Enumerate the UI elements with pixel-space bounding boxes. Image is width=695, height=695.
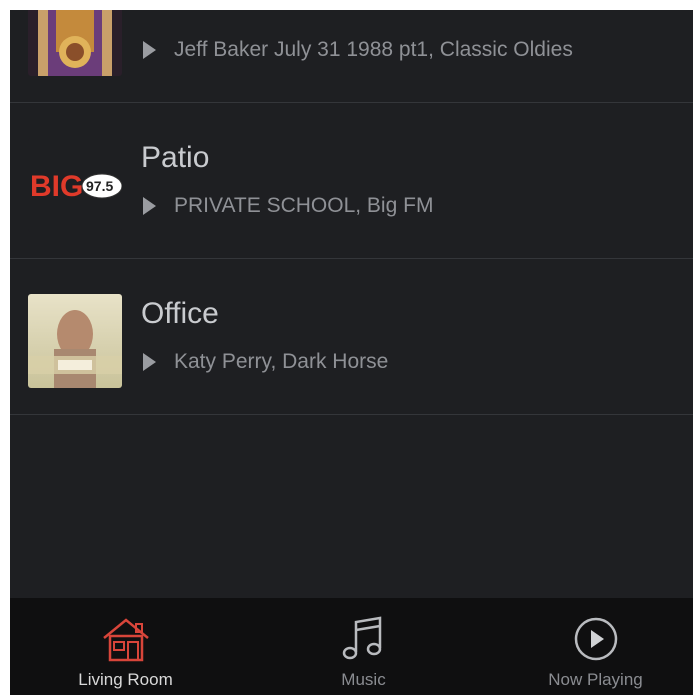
- now-playing-line: Katy Perry, Dark Horse: [143, 349, 388, 375]
- play-circle-icon: [574, 617, 617, 661]
- tab-living-room[interactable]: Living Room: [12, 598, 239, 695]
- jukebox-art: [28, 10, 122, 76]
- house-icon: [102, 618, 149, 662]
- now-playing-line: Jeff Baker July 31 1988 pt1, Classic Old…: [143, 37, 573, 63]
- play-indicator-icon: [143, 41, 156, 59]
- room-row-office[interactable]: Office Katy Perry, Dark Horse: [10, 259, 693, 415]
- rooms-screen: Jeff Baker July 31 1988 pt1, Classic Old…: [10, 10, 693, 695]
- now-playing-text: PRIVATE SCHOOL, Big FM: [174, 194, 434, 217]
- room-name-office: Office: [141, 297, 219, 330]
- now-playing-text: Jeff Baker July 31 1988 pt1, Classic Old…: [174, 38, 573, 61]
- album-cover-art: [28, 294, 122, 388]
- logo-text: BIG: [30, 170, 83, 203]
- tab-now-playing[interactable]: Now Playing: [482, 598, 693, 695]
- now-playing-text: Katy Perry, Dark Horse: [174, 350, 389, 373]
- play-indicator-icon: [143, 197, 156, 215]
- logo-sub-text: 97.5: [86, 178, 113, 194]
- play-indicator-icon: [143, 353, 156, 371]
- tab-music[interactable]: Music: [250, 598, 477, 695]
- tab-label: Living Room: [78, 670, 173, 689]
- big-fm-logo: BIG 97.5: [28, 138, 122, 232]
- music-note-icon: [342, 616, 381, 660]
- tab-label: Now Playing: [548, 670, 643, 689]
- room-row-patio[interactable]: BIG 97.5 Patio PRIVATE SCHOOL, Big FM: [10, 103, 693, 259]
- room-row[interactable]: Jeff Baker July 31 1988 pt1, Classic Old…: [10, 10, 693, 103]
- tab-bar: Living Room Music Now Playing: [10, 598, 693, 695]
- tab-label: Music: [341, 670, 386, 689]
- room-name-patio: Patio: [141, 141, 210, 174]
- now-playing-line: PRIVATE SCHOOL, Big FM: [143, 193, 433, 219]
